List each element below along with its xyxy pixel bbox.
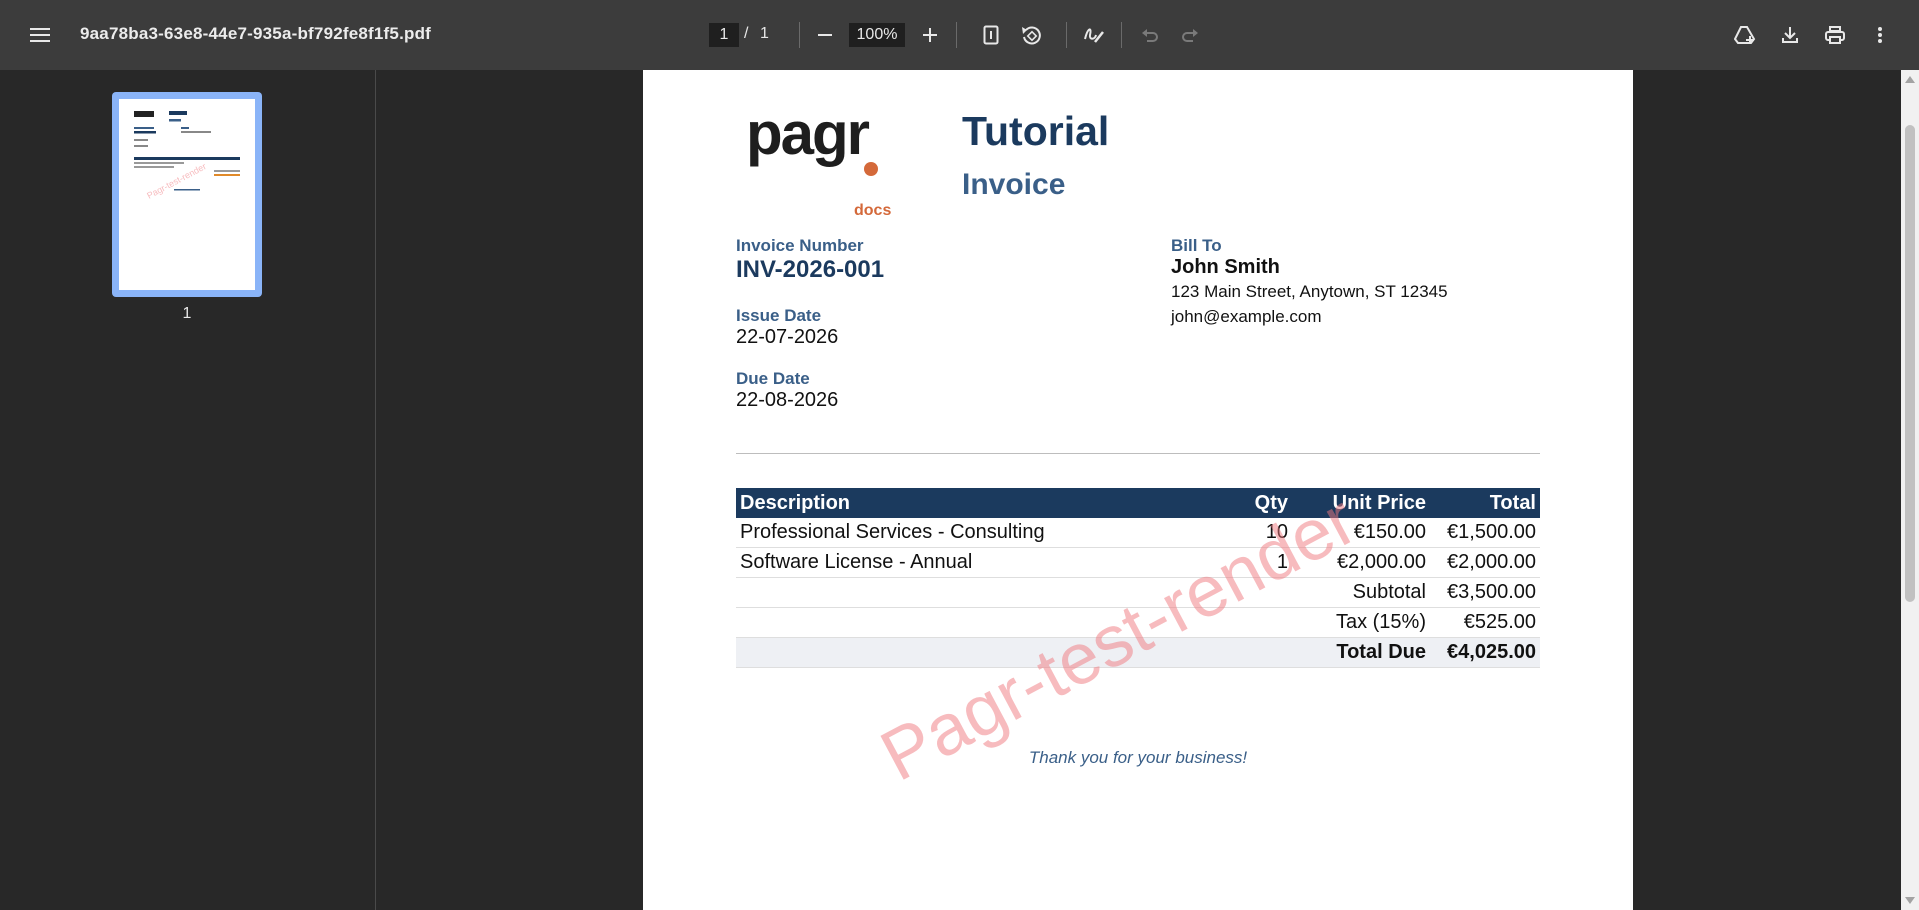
- document-title: Tutorial: [962, 108, 1110, 154]
- page-number-input[interactable]: 1: [709, 23, 739, 47]
- save-to-drive-button[interactable]: [1725, 15, 1765, 55]
- annotate-icon: [1084, 28, 1104, 43]
- page-thumbnail[interactable]: Pagr-test-render: [112, 92, 262, 297]
- bill-to-label: Bill To: [1171, 236, 1222, 255]
- bill-to-address: 123 Main Street, Anytown, ST 12345: [1171, 282, 1448, 301]
- undo-icon: [1142, 29, 1158, 42]
- section-divider: [736, 453, 1540, 454]
- vertical-scrollbar[interactable]: [1901, 70, 1919, 910]
- total-due-value: €4,025.00: [1430, 637, 1540, 668]
- toolbar-divider: [956, 22, 957, 48]
- due-date-label: Due Date: [736, 369, 810, 388]
- thumbnail-preview: Pagr-test-render: [119, 99, 255, 290]
- print-button[interactable]: [1815, 15, 1855, 55]
- rotate-icon: [1022, 26, 1041, 45]
- col-total: Total: [1430, 488, 1540, 518]
- toolbar-divider: [1066, 22, 1067, 48]
- row-total: €1,500.00: [1430, 518, 1540, 548]
- empty-cell: [1214, 637, 1292, 668]
- logo-subtext: docs: [854, 202, 892, 219]
- pagr-logo: pagr docs: [746, 100, 891, 220]
- more-icon: [1878, 27, 1882, 43]
- annotate-button[interactable]: [1074, 15, 1114, 55]
- document-viewer: pagr docs Tutorial Invoice Invoice Numbe…: [376, 70, 1901, 910]
- undo-button[interactable]: [1130, 15, 1170, 55]
- zoom-out-icon: [818, 34, 832, 36]
- table-row: Software License - Annual 1 €2,000.00 €2…: [736, 547, 1540, 578]
- menu-button[interactable]: [20, 15, 60, 55]
- more-options-button[interactable]: [1860, 15, 1900, 55]
- redo-icon: [1182, 29, 1198, 42]
- due-date: 22-08-2026: [736, 389, 839, 411]
- thumbnail-page-number: 1: [182, 305, 192, 322]
- fit-page-icon: [983, 25, 999, 45]
- scrollbar-thumb[interactable]: [1905, 125, 1915, 602]
- bill-to-email: john@example.com: [1171, 307, 1322, 326]
- print-icon: [1825, 26, 1845, 44]
- thumbnail-miniature: Pagr-test-render: [134, 111, 240, 201]
- tax-value: €525.00: [1430, 607, 1540, 638]
- download-button[interactable]: [1770, 15, 1810, 55]
- total-due-label: Total Due: [1292, 637, 1430, 668]
- row-description: Software License - Annual: [736, 547, 1214, 578]
- logo-text: pagr: [746, 100, 870, 167]
- col-description: Description: [736, 488, 1214, 518]
- redo-button[interactable]: [1170, 15, 1210, 55]
- pdf-page: pagr docs Tutorial Invoice Invoice Numbe…: [643, 70, 1633, 910]
- thumbnail-sidebar: Pagr-test-render 1: [0, 70, 376, 910]
- invoice-number-label: Invoice Number: [736, 236, 864, 255]
- subtotal-value: €3,500.00: [1430, 577, 1540, 608]
- file-name: 9aa78ba3-63e8-44e7-935a-bf792fe8f1f5.pdf: [80, 24, 432, 43]
- page-total: 1: [760, 25, 769, 42]
- bill-to-name: John Smith: [1171, 256, 1280, 278]
- issue-date-label: Issue Date: [736, 306, 822, 325]
- invoice-number: INV-2026-001: [736, 256, 885, 283]
- scroll-down-arrow-icon[interactable]: [1905, 897, 1915, 904]
- fit-page-button[interactable]: [971, 15, 1011, 55]
- logo-dot: [864, 162, 878, 176]
- zoom-in-button[interactable]: [910, 15, 950, 55]
- issue-date: 22-07-2026: [736, 326, 839, 348]
- scroll-up-arrow-icon[interactable]: [1905, 76, 1915, 83]
- subtotal-label: Subtotal: [1292, 577, 1430, 608]
- toolbar-divider: [1121, 22, 1122, 48]
- row-total: €2,000.00: [1430, 547, 1540, 578]
- zoom-in-icon: [923, 28, 937, 42]
- zoom-input[interactable]: 100%: [849, 23, 905, 47]
- rotate-button[interactable]: [1011, 15, 1051, 55]
- page-separator: /: [744, 25, 749, 42]
- save-to-drive-icon: [1734, 26, 1756, 44]
- tax-label: Tax (15%): [1292, 607, 1430, 638]
- zoom-out-button[interactable]: [805, 15, 845, 55]
- download-icon: [1782, 27, 1798, 43]
- row-description: Professional Services - Consulting: [736, 518, 1214, 548]
- thank-you-note: Thank you for your business!: [1028, 748, 1248, 767]
- toolbar: 9aa78ba3-63e8-44e7-935a-bf792fe8f1f5.pdf…: [0, 0, 1919, 70]
- document-subtitle: Invoice: [962, 168, 1066, 201]
- table-header-row: Description Qty Unit Price Total: [736, 488, 1540, 518]
- menu-icon: [30, 28, 50, 42]
- toolbar-divider: [799, 22, 800, 48]
- table-row: Professional Services - Consulting 10 €1…: [736, 518, 1540, 548]
